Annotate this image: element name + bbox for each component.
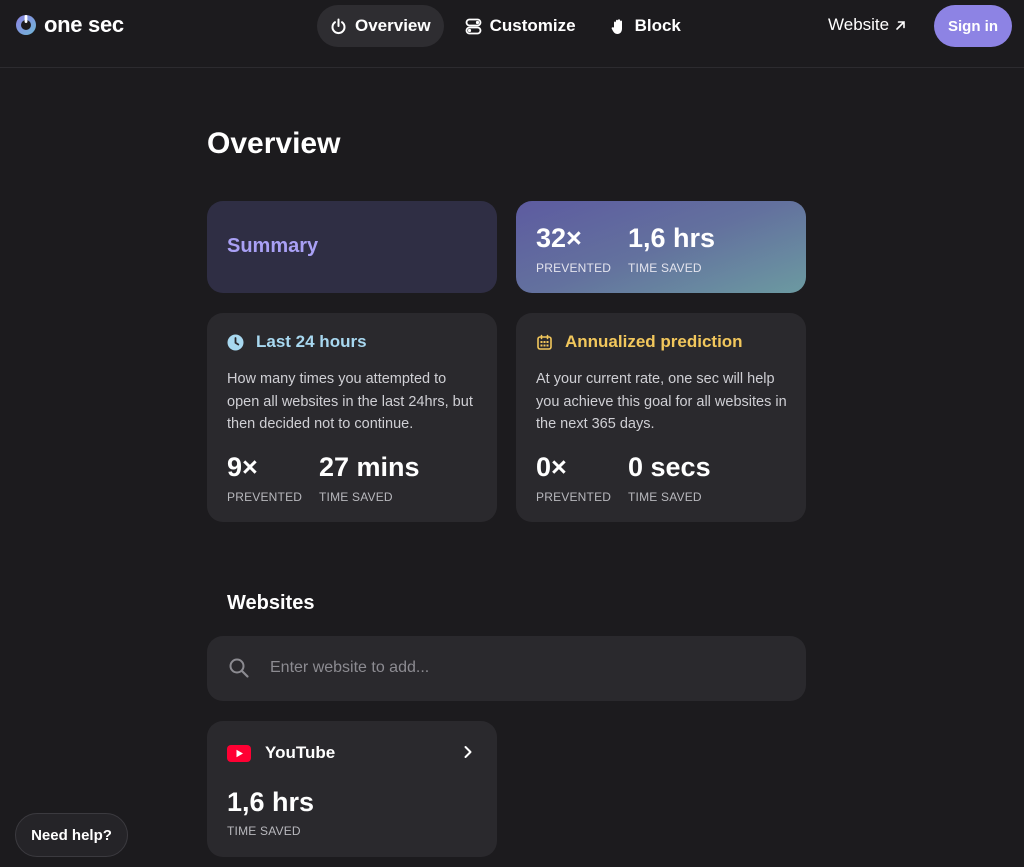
nav-block[interactable]: Block — [597, 5, 694, 47]
annual-time-saved-stat: 0 secs TIME SAVED — [628, 452, 711, 505]
website-card-header: YouTube — [227, 743, 335, 763]
last-24-prevented-stat: 9× PREVENTED — [227, 452, 303, 505]
search-icon — [229, 658, 249, 678]
annual-time-saved-value: 0 secs — [628, 452, 711, 482]
summary-title: Summary — [227, 235, 319, 257]
annualized-prediction-header: Annualized prediction — [536, 332, 743, 352]
brand-name: one sec — [44, 12, 124, 37]
summary-card: Summary — [207, 201, 497, 293]
time-saved-stat: 1,6 hrs TIME SAVED — [628, 223, 716, 276]
website-search-input[interactable] — [270, 653, 780, 683]
external-arrow-icon — [896, 20, 905, 30]
last-24-hours-card: Last 24 hours How many times you attempt… — [207, 313, 497, 522]
need-help-button[interactable]: Need help? — [15, 813, 128, 857]
brand-logo[interactable]: one sec — [15, 12, 124, 38]
summary-stats-card: 32× PREVENTED 1,6 hrs TIME SAVED — [516, 201, 806, 293]
last-24-hours-title: Last 24 hours — [256, 332, 367, 351]
last-24-time-saved-stat: 27 mins TIME SAVED — [319, 452, 420, 505]
nav-customize-label: Customize — [489, 16, 576, 35]
nav-customize[interactable]: Customize — [452, 5, 589, 47]
website-link-label: Website — [828, 15, 890, 34]
annualized-prediction-description: At your current rate, one sec will help … — [536, 371, 787, 432]
annual-prevented-value: 0× — [536, 452, 567, 482]
annualized-prediction-card: Annualized prediction At your current ra… — [516, 313, 806, 522]
clock-icon — [227, 334, 244, 350]
websites-section-title: Websites — [227, 592, 315, 614]
nav-block-label: Block — [634, 16, 681, 35]
website-time-saved-value: 1,6 hrs — [227, 787, 315, 817]
last-24-hours-description: How many times you attempted to open all… — [227, 371, 473, 432]
website-name: YouTube — [265, 743, 336, 762]
last-24-prevented-value: 9× — [227, 452, 258, 482]
website-time-saved-label: TIME SAVED — [227, 824, 301, 838]
annual-prevented-label: PREVENTED — [536, 490, 612, 504]
annual-time-saved-label: TIME SAVED — [628, 490, 702, 504]
page-title: Overview — [207, 127, 341, 160]
last-24-time-saved-value: 27 mins — [319, 452, 420, 482]
prevented-value: 32× — [536, 223, 582, 253]
hand-icon — [611, 18, 622, 34]
power-icon — [331, 18, 346, 34]
website-time-saved-stat: 1,6 hrs TIME SAVED — [227, 787, 315, 839]
time-saved-label: TIME SAVED — [628, 261, 702, 275]
website-search-box — [207, 636, 806, 701]
top-bar: one sec Overview Customize Block Website… — [0, 0, 1024, 68]
main-nav: Overview Customize Block — [317, 5, 694, 47]
calendar-icon — [537, 334, 552, 350]
last-24-time-saved-label: TIME SAVED — [319, 490, 393, 504]
sign-in-button[interactable]: Sign in — [934, 5, 1012, 47]
nav-overview[interactable]: Overview — [317, 5, 444, 47]
last-24-hours-header: Last 24 hours — [227, 332, 367, 352]
chevron-right-icon[interactable] — [461, 745, 475, 759]
time-saved-value: 1,6 hrs — [628, 223, 716, 253]
annual-prevented-stat: 0× PREVENTED — [536, 452, 612, 505]
website-link[interactable]: Website — [828, 15, 906, 35]
nav-overview-label: Overview — [355, 16, 431, 35]
one-sec-logo-icon — [16, 15, 36, 35]
prevented-stat: 32× PREVENTED — [536, 223, 612, 276]
last-24-prevented-label: PREVENTED — [227, 490, 303, 504]
website-card-youtube[interactable]: YouTube 1,6 hrs TIME SAVED — [207, 721, 497, 857]
toggles-icon — [465, 18, 482, 34]
annualized-prediction-title: Annualized prediction — [565, 332, 743, 351]
prevented-label: PREVENTED — [536, 261, 612, 275]
youtube-icon — [227, 744, 251, 762]
